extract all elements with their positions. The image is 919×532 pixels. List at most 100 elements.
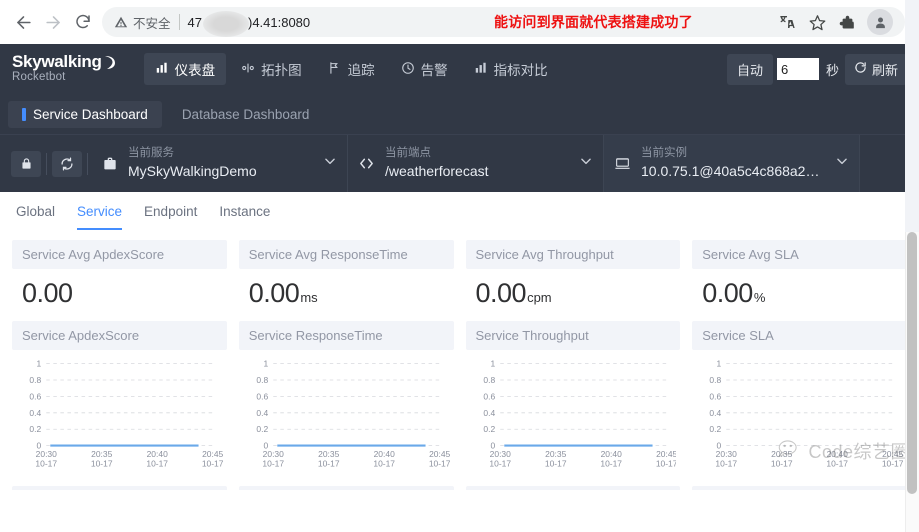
stat-card-service-avg-sla[interactable]: Service Avg SLA 0.00 % xyxy=(692,240,907,313)
menu-item-alarm[interactable]: 告警 xyxy=(390,53,459,85)
bottom-card-title: Service Response Time Perce... xyxy=(238,486,454,490)
svg-text:0.6: 0.6 xyxy=(29,393,41,402)
svg-text:0.8: 0.8 xyxy=(710,376,722,385)
bottom-card-title: Global Response Time Perce... xyxy=(12,486,227,490)
stat-card-service-avg-apdexscore[interactable]: Service Avg ApdexScore 0.00 xyxy=(12,240,227,313)
stat-card-body: 0.00 ms xyxy=(239,269,454,313)
svg-text:0.4: 0.4 xyxy=(29,409,41,418)
alarm-icon xyxy=(401,61,415,78)
browser-back-button[interactable] xyxy=(8,7,38,37)
card-global-response-time-percentile[interactable]: Global Response Time Perce... xyxy=(12,486,227,490)
chart-card-title: Service SLA xyxy=(692,321,907,350)
auto-refresh-button[interactable]: 自动 xyxy=(726,53,773,85)
selector-instance-text: 当前实例 10.0.75.1@40a5c4c868a24d1b... xyxy=(641,146,825,180)
lock-icon[interactable] xyxy=(11,150,41,177)
address-bar[interactable]: 不安全 47)4.41:8080 能访问到界面就代表搭建成功了 xyxy=(102,7,905,37)
brand-main-text: Skywalking xyxy=(12,52,102,72)
menu-item-trace[interactable]: 追踪 xyxy=(317,53,386,85)
star-icon[interactable] xyxy=(803,8,831,36)
url-redaction-blur xyxy=(202,10,249,37)
chevron-down-icon[interactable] xyxy=(323,154,337,173)
chart-card-service-throughput[interactable]: Service Throughput 0 0.2 0.4 0.6 0.8 1 20:30 10… xyxy=(465,321,681,478)
url-text: 47)4.41:8080 xyxy=(188,10,310,37)
stat-card-value: 0.00 xyxy=(475,278,527,308)
chevron-down-icon-endpoint[interactable] xyxy=(579,154,593,173)
active-indicator-bullet xyxy=(22,107,26,121)
chart-card-title: Service ResponseTime xyxy=(238,321,454,350)
card-service-slow-endpoint[interactable]: Service Slow Endpoint xyxy=(465,486,681,490)
stat-card-service-avg-responsetime[interactable]: Service Avg ResponseTime 0.00 ms xyxy=(238,240,454,313)
tab-service-dashboard[interactable]: Service Dashboard xyxy=(8,100,162,128)
selector-service-value: MySkyWalkingDemo xyxy=(128,162,257,179)
svg-text:20:35: 20:35 xyxy=(318,450,340,459)
card-service-response-time-percentile[interactable]: Service Response Time Perce... xyxy=(238,486,454,490)
compare-icon xyxy=(474,61,488,78)
refresh-button-label: 刷新 xyxy=(871,62,898,78)
svg-text:20:35: 20:35 xyxy=(91,450,113,459)
svg-text:20:45: 20:45 xyxy=(429,450,450,459)
service-icon xyxy=(102,156,118,172)
stat-card-value: 0.00 xyxy=(702,278,753,308)
stat-card-service-avg-throughput[interactable]: Service Avg Throughput 0.00 cpm xyxy=(465,240,681,313)
reload-icon[interactable] xyxy=(52,150,82,177)
tab-service-dashboard-label: Service Dashboard xyxy=(33,106,148,122)
menu-item-topology[interactable]: 拓扑图 xyxy=(230,53,313,85)
brand-logo: Skywalking Rocketbot xyxy=(12,53,116,84)
not-secure-icon xyxy=(114,15,128,29)
chart-card-service-apdexscore[interactable]: Service ApdexScore 0 0.2 0.4 0.6 0.8 1 20:30 10… xyxy=(12,321,227,478)
skywalking-header: Skywalking Rocketbot 仪表盘 拓扑图 追踪 告警 指标对比 … xyxy=(0,44,919,94)
stat-card-value: 0.00 xyxy=(22,278,73,308)
svg-text:0.6: 0.6 xyxy=(483,393,495,402)
chart-card-service-sla[interactable]: Service SLA 0 0.2 0.4 0.6 0.8 1 20:30 10-17 20:3… xyxy=(692,321,907,478)
svg-text:10-17: 10-17 xyxy=(771,460,793,469)
selector-service-text: 当前服务 MySkyWalkingDemo xyxy=(128,146,313,180)
profile-avatar-icon[interactable] xyxy=(867,9,893,35)
puzzle-icon[interactable] xyxy=(833,8,861,36)
menu-item-compare-label: 指标对比 xyxy=(493,63,548,78)
card-running-serviceinstance[interactable]: Running ServiceInstance xyxy=(692,486,907,490)
svg-text:10-17: 10-17 xyxy=(716,460,738,469)
chart-canvas: 0 0.2 0.4 0.6 0.8 1 20:30 10-17 20:35 10-17 20:40 1… xyxy=(243,356,450,478)
refresh-interval-input[interactable] xyxy=(776,58,819,80)
browser-forward-button[interactable] xyxy=(38,7,68,37)
svg-text:0.8: 0.8 xyxy=(256,376,268,385)
menu-item-trace-label: 追踪 xyxy=(347,63,375,78)
translate-icon[interactable] xyxy=(773,8,801,36)
scrollbar-thumb[interactable] xyxy=(907,232,917,494)
svg-text:20:40: 20:40 xyxy=(147,450,169,459)
menu-item-dashboard-label: 仪表盘 xyxy=(174,63,216,78)
scope-tab-instance[interactable]: Instance xyxy=(219,204,270,230)
selector-service-label: 当前服务 xyxy=(128,147,174,160)
chart-canvas: 0 0.2 0.4 0.6 0.8 1 20:30 10-17 20:35 10-17 20:40 1… xyxy=(16,356,223,478)
seconds-label: 秒 xyxy=(825,62,839,78)
scrollbar-track-top xyxy=(905,0,919,232)
browser-reload-button[interactable] xyxy=(68,7,98,37)
chevron-down-icon-instance[interactable] xyxy=(835,154,849,173)
scope-tab-endpoint[interactable]: Endpoint xyxy=(144,204,197,230)
svg-text:0.2: 0.2 xyxy=(29,425,41,434)
tool-divider-2 xyxy=(87,152,88,175)
selector-current-service[interactable]: 当前服务 MySkyWalkingDemo xyxy=(96,135,347,192)
selector-current-endpoint[interactable]: 当前端点 /weatherforecast xyxy=(347,135,603,192)
tab-database-dashboard[interactable]: Database Dashboard xyxy=(168,101,324,128)
page-scrollbar[interactable] xyxy=(905,0,919,532)
chart-canvas: 0 0.2 0.4 0.6 0.8 1 20:30 10-17 20:35 10-17 20:40 1… xyxy=(470,356,677,478)
bottom-card-title: Service Slow Endpoint xyxy=(465,486,681,490)
scope-tab-service[interactable]: Service xyxy=(77,204,123,231)
svg-text:20:45: 20:45 xyxy=(882,450,903,459)
stat-card-unit: % xyxy=(753,290,766,305)
chart-card-service-responsetime[interactable]: Service ResponseTime 0 0.2 0.4 0.6 0.8 1 20:30… xyxy=(238,321,454,478)
svg-text:1: 1 xyxy=(36,360,41,369)
scope-tab-global[interactable]: Global xyxy=(16,204,55,230)
selector-current-instance[interactable]: 当前实例 10.0.75.1@40a5c4c868a24d1b... xyxy=(603,135,859,192)
svg-text:20:45: 20:45 xyxy=(202,450,223,459)
svg-text:0.6: 0.6 xyxy=(710,393,722,402)
svg-text:10-17: 10-17 xyxy=(318,460,340,469)
menu-item-dashboard[interactable]: 仪表盘 xyxy=(143,53,227,85)
svg-text:20:30: 20:30 xyxy=(36,450,58,459)
refresh-button[interactable]: 刷新 xyxy=(844,53,907,85)
menu-item-compare[interactable]: 指标对比 xyxy=(463,53,559,85)
stat-card-body: 0.00 % xyxy=(692,269,907,313)
bottom-card-row: Global Response Time Perce... Service Re… xyxy=(12,486,907,490)
svg-text:1: 1 xyxy=(263,360,268,369)
